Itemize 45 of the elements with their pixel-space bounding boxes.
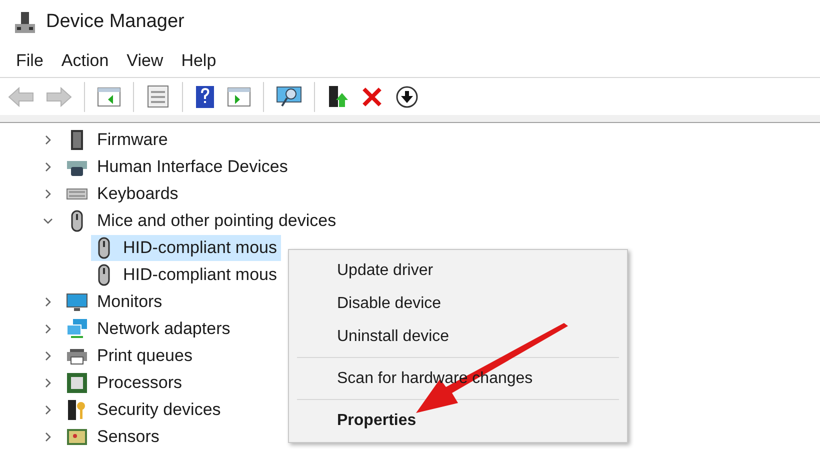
tree-item[interactable]: Keyboards xyxy=(97,180,178,206)
tree-item[interactable]: Mice and other pointing devices xyxy=(97,208,336,234)
context-menu-item[interactable]: Properties xyxy=(337,408,416,432)
expand-chevron-icon[interactable] xyxy=(43,188,53,198)
tree-item[interactable]: HID-compliant mous xyxy=(91,262,281,288)
monitor-magnifier-icon[interactable] xyxy=(276,84,302,108)
properties-icon[interactable] xyxy=(146,84,170,108)
collapse-chevron-icon[interactable] xyxy=(43,216,53,226)
console-tree-icon[interactable] xyxy=(97,86,121,108)
help-icon[interactable] xyxy=(195,84,215,108)
expand-chevron-icon[interactable] xyxy=(43,350,53,360)
expand-chevron-icon[interactable] xyxy=(43,162,53,172)
tree-item[interactable]: Sensors xyxy=(97,424,160,450)
expand-chevron-icon[interactable] xyxy=(43,404,53,414)
expand-chevron-icon[interactable] xyxy=(43,378,53,388)
action-pane-icon[interactable] xyxy=(227,86,251,108)
monitor-icon xyxy=(66,290,88,312)
menu-item[interactable]: Help xyxy=(173,48,224,74)
computer-icon xyxy=(14,10,36,34)
context-menu-item[interactable]: Scan for hardware changes xyxy=(337,366,533,390)
expand-chevron-icon[interactable] xyxy=(43,296,53,306)
expand-chevron-icon[interactable] xyxy=(43,432,53,442)
menu-item[interactable]: File xyxy=(8,48,52,74)
expand-chevron-icon[interactable] xyxy=(43,324,53,334)
tree-item[interactable]: Monitors xyxy=(97,288,162,314)
window-title: Device Manager xyxy=(46,10,184,34)
menu-item[interactable]: Action xyxy=(53,48,117,74)
processor-icon xyxy=(66,372,88,394)
context-menu-item[interactable]: Update driver xyxy=(337,258,434,282)
menu-item[interactable]: View xyxy=(118,48,172,74)
tree-item[interactable]: Print queues xyxy=(97,342,192,368)
cross-icon[interactable] xyxy=(361,86,383,108)
down-arrow-circle-icon[interactable] xyxy=(395,84,419,108)
network-icon xyxy=(66,318,88,340)
context-menu-item[interactable]: Uninstall device xyxy=(337,324,450,348)
tree-item[interactable]: Security devices xyxy=(97,396,221,422)
tree-item[interactable]: Firmware xyxy=(97,126,168,152)
tree-item[interactable]: Processors xyxy=(97,370,182,396)
tower-up-arrow-icon[interactable] xyxy=(327,84,349,108)
tree-item[interactable]: Network adapters xyxy=(97,316,230,342)
tower-key-icon xyxy=(66,398,88,420)
tree-item[interactable]: Human Interface Devices xyxy=(97,154,288,180)
context-menu-item[interactable]: Disable device xyxy=(337,292,442,316)
tree-item[interactable]: HID-compliant mous xyxy=(91,234,281,260)
expand-chevron-icon[interactable] xyxy=(43,134,53,144)
